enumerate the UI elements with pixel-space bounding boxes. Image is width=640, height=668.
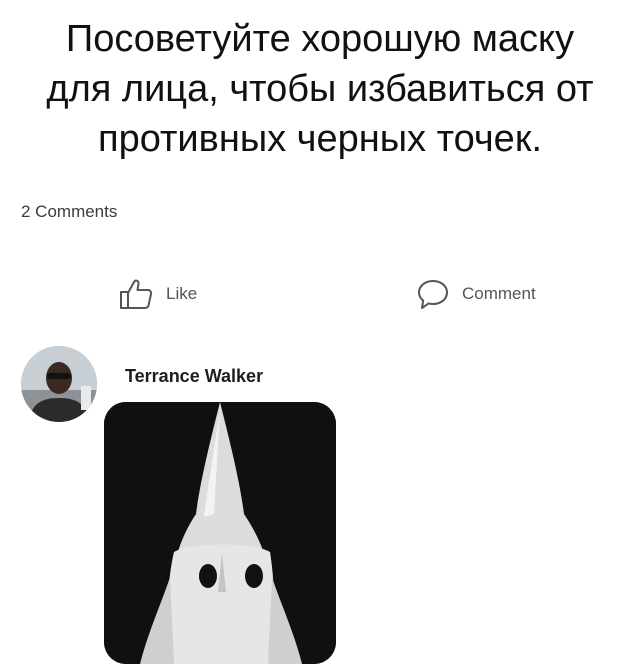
comment-image[interactable] (104, 402, 336, 664)
comment-label: Comment (462, 284, 536, 303)
post-text: Посоветуйте хорошую маску для лица, чтоб… (0, 14, 640, 164)
post-text-line: для лица, чтобы избавиться от (46, 68, 594, 110)
comments-count[interactable]: 2 Comments (21, 202, 117, 222)
avatar[interactable] (21, 346, 97, 422)
comment-author[interactable]: Terrance Walker (125, 366, 263, 387)
thumbs-up-icon (118, 278, 154, 310)
like-button[interactable]: Like (118, 278, 197, 310)
post-text-line: Посоветуйте хорошую маску (65, 18, 575, 60)
comment-button[interactable]: Comment (416, 278, 536, 310)
like-label: Like (166, 284, 198, 303)
post-text-line: противных черных точек. (98, 118, 542, 160)
speech-bubble-icon (416, 278, 450, 310)
